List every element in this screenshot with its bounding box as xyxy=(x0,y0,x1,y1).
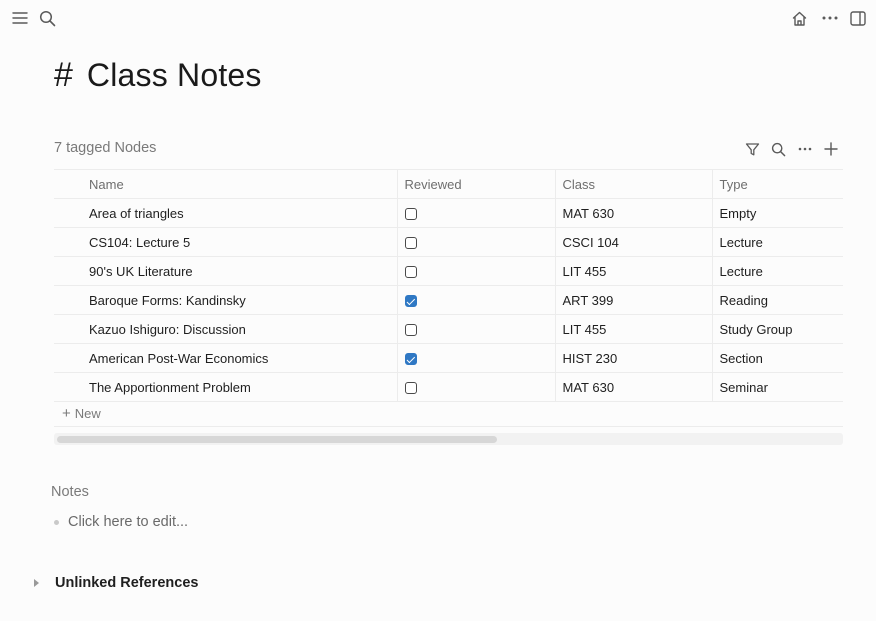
table-more-icon[interactable] xyxy=(794,138,816,160)
reviewed-checkbox[interactable] xyxy=(404,324,417,337)
unlinked-references-toggle[interactable]: Unlinked References xyxy=(34,575,198,591)
cell-class[interactable]: LIT 455 xyxy=(554,314,712,344)
column-header-name[interactable]: Name xyxy=(54,169,397,199)
cell-reviewed xyxy=(396,227,555,257)
table-row[interactable]: The Apportionment Problem MAT 630 Seminar xyxy=(54,372,843,402)
reviewed-checkbox[interactable] xyxy=(404,382,417,395)
notes-editor[interactable]: Click here to edit... xyxy=(54,514,188,530)
cell-type[interactable]: Section xyxy=(711,343,843,373)
column-header-class[interactable]: Class xyxy=(554,169,712,199)
menu-icon[interactable] xyxy=(8,6,32,30)
table-row[interactable]: Area of triangles MAT 630 Empty xyxy=(54,198,843,228)
cell-class[interactable]: HIST 230 xyxy=(554,343,712,373)
notes-label: Notes xyxy=(51,484,89,500)
table-search-icon[interactable] xyxy=(767,138,789,160)
tag-hash-icon: # xyxy=(54,56,73,94)
cell-name[interactable]: American Post-War Economics xyxy=(54,343,397,373)
filter-icon[interactable] xyxy=(741,138,763,160)
sidebar-toggle-icon[interactable] xyxy=(846,6,870,30)
cell-reviewed xyxy=(396,256,555,286)
table-row[interactable]: 90's UK Literature LIT 455 Lecture xyxy=(54,256,843,286)
tagged-count: 7 tagged Nodes xyxy=(54,140,157,156)
new-row-button[interactable]: + New xyxy=(54,401,843,427)
cell-name[interactable]: Kazuo Ishiguro: Discussion xyxy=(54,314,397,344)
table-row[interactable]: CS104: Lecture 5 CSCI 104 Lecture xyxy=(54,227,843,257)
table-row[interactable]: Baroque Forms: Kandinsky ART 399 Reading xyxy=(54,285,843,315)
more-icon[interactable] xyxy=(818,6,842,30)
column-header-reviewed[interactable]: Reviewed xyxy=(396,169,555,199)
search-icon[interactable] xyxy=(35,6,59,30)
cell-reviewed xyxy=(396,198,555,228)
cell-class[interactable]: MAT 630 xyxy=(554,198,712,228)
cell-name[interactable]: The Apportionment Problem xyxy=(54,372,397,402)
cell-reviewed xyxy=(396,285,555,315)
reviewed-checkbox[interactable] xyxy=(404,237,417,250)
bullet-icon xyxy=(54,519,59,525)
notes-placeholder[interactable]: Click here to edit... xyxy=(68,514,188,530)
page-header: # Class Notes xyxy=(54,56,262,95)
cell-name[interactable]: CS104: Lecture 5 xyxy=(54,227,397,257)
reviewed-checkbox[interactable] xyxy=(404,208,417,221)
cell-name[interactable]: 90's UK Literature xyxy=(54,256,397,286)
cell-type[interactable]: Lecture xyxy=(711,227,843,257)
page-title[interactable]: Class Notes xyxy=(87,57,262,94)
cell-type[interactable]: Reading xyxy=(711,285,843,315)
cell-name[interactable]: Area of triangles xyxy=(54,198,397,228)
cell-class[interactable]: CSCI 104 xyxy=(554,227,712,257)
cell-reviewed xyxy=(396,372,555,402)
cell-reviewed xyxy=(396,343,555,373)
home-icon[interactable] xyxy=(787,6,811,30)
cell-class[interactable]: ART 399 xyxy=(554,285,712,315)
table-body: Area of triangles MAT 630 Empty CS104: Lect… xyxy=(54,198,843,402)
table-row[interactable]: Kazuo Ishiguro: Discussion LIT 455 Study G… xyxy=(54,314,843,344)
new-row-label: New xyxy=(74,406,101,421)
add-node-plus-icon[interactable] xyxy=(820,138,842,160)
reviewed-checkbox-checked[interactable] xyxy=(404,295,417,308)
plus-icon: + xyxy=(62,405,71,422)
tagged-nodes-table: Name Reviewed Class Type Area of triangl… xyxy=(54,169,843,402)
column-header-type[interactable]: Type xyxy=(711,169,843,199)
table-header-row: Name Reviewed Class Type xyxy=(54,169,843,199)
cell-type[interactable]: Seminar xyxy=(711,372,843,402)
cell-type[interactable]: Empty xyxy=(711,198,843,228)
caret-right-icon[interactable] xyxy=(34,579,39,587)
cell-name[interactable]: Baroque Forms: Kandinsky xyxy=(54,285,397,315)
cell-reviewed xyxy=(396,314,555,344)
unlinked-references-label: Unlinked References xyxy=(55,575,199,591)
cell-class[interactable]: MAT 630 xyxy=(554,372,712,402)
reviewed-checkbox-checked[interactable] xyxy=(404,353,417,366)
horizontal-scrollbar[interactable] xyxy=(54,433,843,445)
table-header: 7 tagged Nodes xyxy=(54,138,844,160)
scrollbar-thumb[interactable] xyxy=(57,436,497,443)
cell-type[interactable]: Study Group xyxy=(711,314,843,344)
cell-type[interactable]: Lecture xyxy=(711,256,843,286)
cell-class[interactable]: LIT 455 xyxy=(554,256,712,286)
table-row[interactable]: American Post-War Economics HIST 230 Secti… xyxy=(54,343,843,373)
reviewed-checkbox[interactable] xyxy=(404,266,417,279)
